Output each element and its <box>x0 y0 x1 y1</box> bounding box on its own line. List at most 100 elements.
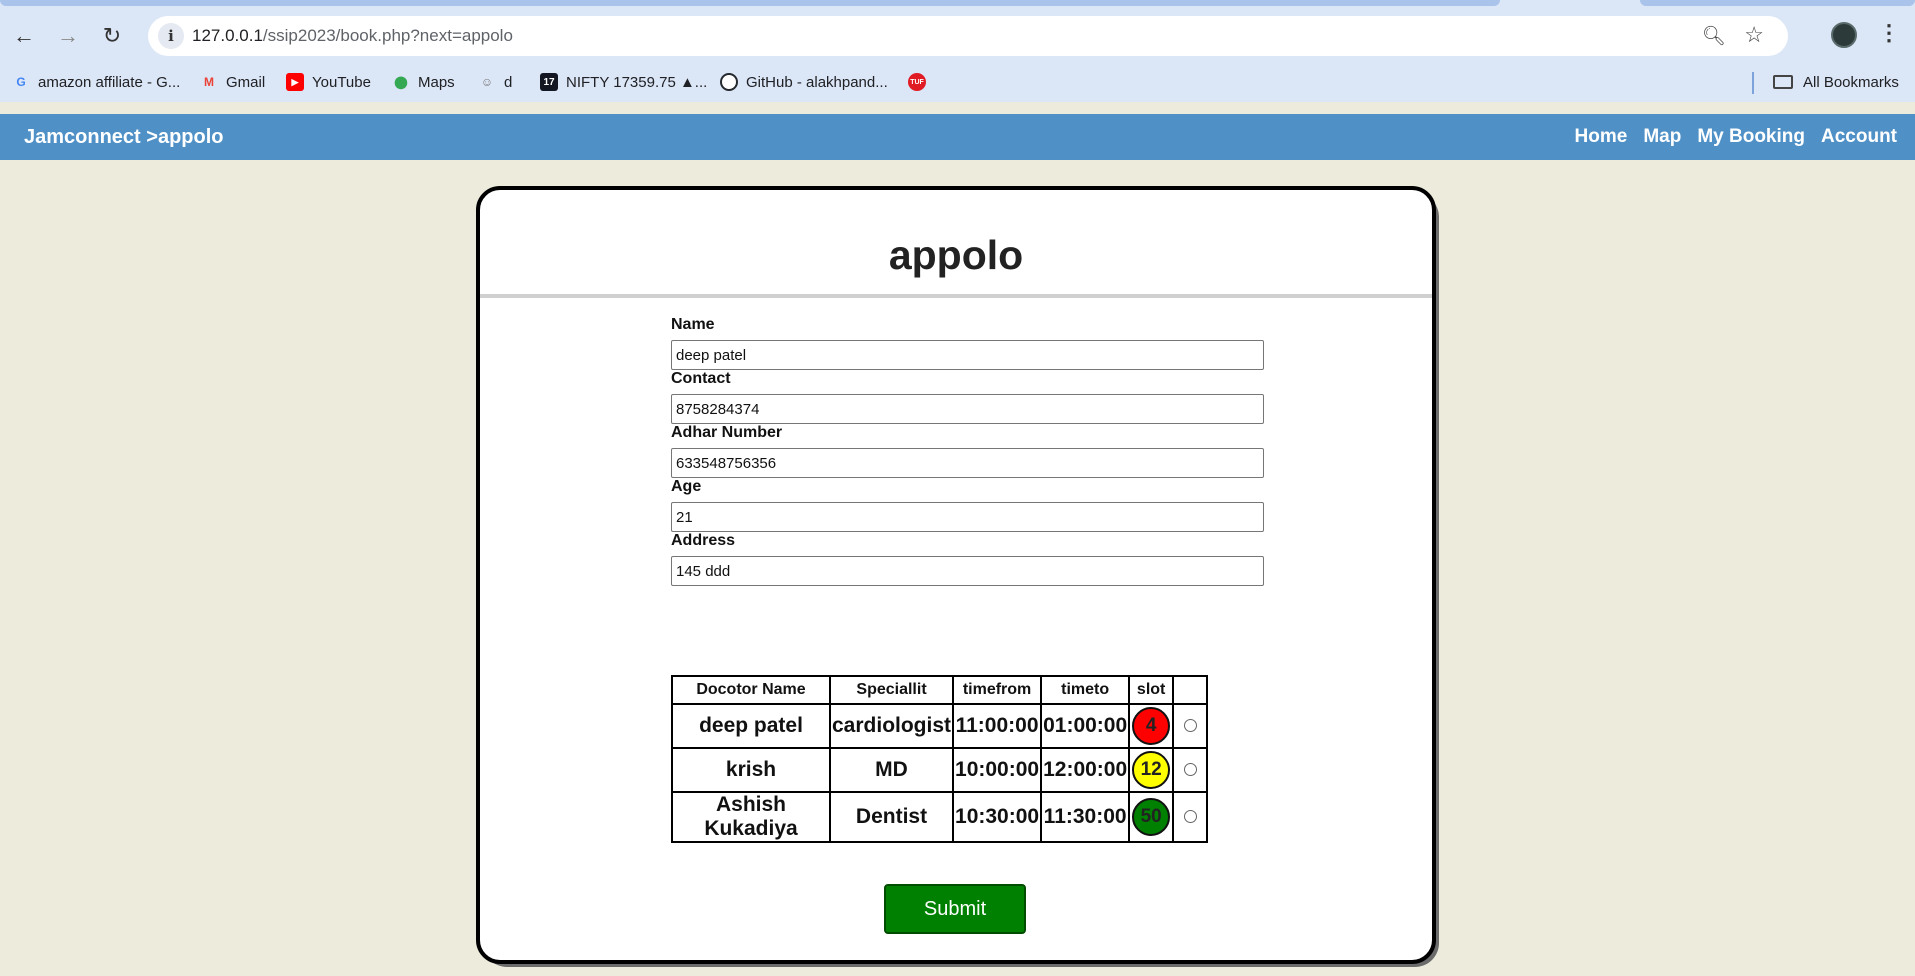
bookmark-item[interactable]: ▶ YouTube <box>286 70 371 94</box>
browser-tab[interactable] <box>0 0 1500 6</box>
doctor-table: Docotor Name Speciallit timefrom timeto … <box>671 675 1209 843</box>
bookmark-label: d <box>504 73 513 91</box>
address-input[interactable] <box>671 556 1264 586</box>
time-to: 12:00:00 <box>1040 747 1131 793</box>
slot-cell: 12 <box>1128 747 1175 793</box>
bookmark-item[interactable]: TUF <box>908 70 934 94</box>
doctor-radio[interactable] <box>1183 763 1197 776</box>
bookmark-label: Maps <box>418 73 455 91</box>
doctor-name: deep patel <box>671 703 831 749</box>
github-icon <box>720 73 738 91</box>
age-input[interactable] <box>671 502 1264 532</box>
bookmark-label: amazon affiliate - G... <box>38 73 181 91</box>
profile-avatar[interactable] <box>1831 22 1857 48</box>
browser-menu-icon[interactable]: ⋮ <box>1878 20 1900 46</box>
all-bookmarks-button[interactable]: All Bookmarks <box>1773 70 1899 94</box>
url-host: 127.0.0.1 <box>192 26 263 45</box>
doctor-speciality: cardiologist <box>828 703 955 749</box>
nav-home[interactable]: Home <box>1575 126 1628 148</box>
col-doctor-name: Docotor Name <box>671 675 831 705</box>
name-input[interactable] <box>671 340 1264 370</box>
reload-icon: ↻ <box>102 23 122 48</box>
bookmarks-divider <box>1752 72 1754 94</box>
url-text[interactable]: 127.0.0.1/ssip2023/book.php?next=appolo <box>192 26 513 46</box>
nav-account[interactable]: Account <box>1821 126 1897 148</box>
doctor-speciality: MD <box>828 747 955 793</box>
time-to: 11:30:00 <box>1040 791 1131 843</box>
bookmark-label: GitHub - alakhpand... <box>746 73 888 91</box>
col-select <box>1172 675 1209 705</box>
bookmarks-bar: G amazon affiliate - G... M Gmail ▶ YouT… <box>0 62 1915 102</box>
submit-button[interactable]: Submit <box>884 884 1026 934</box>
nav-map[interactable]: Map <box>1643 126 1681 148</box>
doctor-name: krish <box>671 747 831 793</box>
time-from: 10:30:00 <box>952 791 1043 843</box>
forward-button[interactable]: → <box>52 20 84 52</box>
name-label: Name <box>671 316 715 333</box>
gmail-icon: M <box>204 75 214 89</box>
bookmark-star-icon[interactable]: ☆ <box>1744 22 1764 48</box>
select-cell <box>1172 703 1209 749</box>
nav-my-booking[interactable]: My Booking <box>1697 126 1805 148</box>
address-label: Address <box>671 532 736 549</box>
booking-card: appolo Name Contact Adhar Number Age Add… <box>476 186 1436 964</box>
bookmark-item[interactable]: 17 NIFTY 17359.75 ▲... <box>540 70 707 94</box>
slot-badge: 12 <box>1132 751 1171 789</box>
google-icon: G <box>16 75 26 89</box>
doctor-speciality: Dentist <box>828 791 955 843</box>
bookmark-label: NIFTY 17359.75 ▲... <box>566 73 708 91</box>
back-button[interactable]: ← <box>8 20 40 52</box>
slot-cell: 50 <box>1128 791 1175 843</box>
brand-breadcrumb[interactable]: Jamconnect >appolo <box>24 126 224 149</box>
bookmark-item[interactable]: ⬤ Maps <box>392 70 455 94</box>
mascot-icon: ☺ <box>480 75 494 89</box>
url-path: /ssip2023/book.php?next=appolo <box>262 26 513 45</box>
zoom-icon[interactable]: 🔍︎ <box>1702 24 1726 48</box>
back-arrow-icon: ← <box>13 23 35 48</box>
title-divider <box>480 294 1432 298</box>
folder-icon <box>1773 75 1793 89</box>
maps-icon: ⬤ <box>394 75 408 89</box>
bookmark-item[interactable]: GitHub - alakhpand... <box>720 70 888 94</box>
doctor-radio[interactable] <box>1183 719 1197 732</box>
table-row: Ashish Kukadiya Dentist 10:30:00 11:30:0… <box>671 791 1209 843</box>
site-header: Jamconnect >appolo Home Map My Booking A… <box>0 114 1915 160</box>
time-to: 01:00:00 <box>1040 703 1131 749</box>
doctor-radio[interactable] <box>1183 810 1197 823</box>
slot-badge: 4 <box>1132 707 1171 745</box>
age-label: Age <box>671 478 702 495</box>
col-slot: slot <box>1128 675 1175 705</box>
tradingview-icon: 17 <box>540 73 558 91</box>
youtube-icon: ▶ <box>286 73 304 91</box>
bookmark-item[interactable]: G amazon affiliate - G... <box>12 70 180 94</box>
bookmark-label: YouTube <box>312 73 371 91</box>
time-from: 11:00:00 <box>952 703 1043 749</box>
col-timeto: timeto <box>1040 675 1131 705</box>
all-bookmarks-label: All Bookmarks <box>1803 73 1899 91</box>
hospital-title: appolo <box>888 232 1024 278</box>
table-header-row: Docotor Name Speciallit timefrom timeto … <box>671 675 1209 705</box>
select-cell <box>1172 747 1209 793</box>
bookmark-item[interactable]: ☺ d <box>478 70 512 94</box>
contact-label: Contact <box>671 370 731 387</box>
adhar-label: Adhar Number <box>671 424 783 441</box>
table-row: krish MD 10:00:00 12:00:00 12 <box>671 747 1209 793</box>
select-cell <box>1172 791 1209 843</box>
adhar-input[interactable] <box>671 448 1264 478</box>
slot-cell: 4 <box>1128 703 1175 749</box>
browser-tab[interactable] <box>1640 0 1915 6</box>
forward-arrow-icon: → <box>57 23 79 48</box>
doctor-name: Ashish Kukadiya <box>671 791 831 843</box>
contact-input[interactable] <box>671 394 1264 424</box>
col-speciality: Speciallit <box>828 675 955 705</box>
bookmark-item[interactable]: M Gmail <box>200 70 265 94</box>
col-timefrom: timefrom <box>952 675 1043 705</box>
tab-strip <box>0 0 1915 8</box>
reload-button[interactable]: ↻ <box>96 20 128 52</box>
top-nav: Home Map My Booking Account <box>1575 126 1897 148</box>
address-bar[interactable]: i 127.0.0.1/ssip2023/book.php?next=appol… <box>148 16 1788 56</box>
tuf-icon: TUF <box>908 73 926 91</box>
site-info-icon[interactable]: i <box>158 23 184 49</box>
time-from: 10:00:00 <box>952 747 1043 793</box>
browser-toolbar: ← → ↻ i 127.0.0.1/ssip2023/book.php?next… <box>0 8 1915 62</box>
